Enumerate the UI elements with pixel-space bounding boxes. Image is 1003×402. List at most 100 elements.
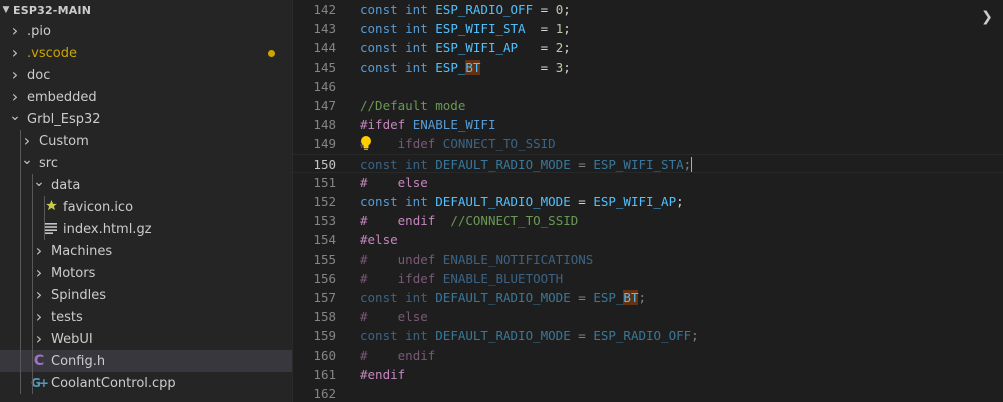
tree-item-doc[interactable]: › doc	[0, 64, 292, 86]
line-number: 159	[313, 328, 336, 344]
code-token: ;	[691, 328, 699, 344]
code-token: ifdef	[397, 136, 443, 152]
code-line[interactable]: 157 const int DEFAULT_RADIO_MODE = ESP_BT…	[293, 288, 1003, 307]
chevron-down-icon: ▼	[2, 5, 10, 15]
explorer-header[interactable]: ▼ ESP32-MAIN	[0, 0, 292, 20]
code-line[interactable]: 142 const int ESP_RADIO_OFF = 0;	[293, 0, 1003, 19]
tree-item-config-h[interactable]: C Config.h	[0, 350, 292, 372]
code-token: ;	[676, 194, 684, 209]
code-line[interactable]: 150 const int DEFAULT_RADIO_MODE = ESP_WI…	[293, 153, 1003, 174]
code-token: =	[570, 156, 594, 172]
code-token: ESP_WIFI_AP	[435, 40, 519, 56]
code-token: ;	[638, 290, 647, 305]
tree-item-label: .pio	[27, 23, 51, 39]
code-line[interactable]: 151 # else	[293, 173, 1003, 192]
code-text: # endif //CONNECT_TO_SSID	[360, 211, 578, 230]
code-text: # ifdef ENABLE_BLUETOOTH	[360, 269, 563, 288]
indent-guide	[20, 372, 21, 394]
code-line[interactable]: 153 # endif //CONNECT_TO_SSID	[293, 211, 1003, 230]
chevron-right-icon: ›	[35, 329, 43, 348]
line-number: 160	[313, 347, 336, 363]
code-token: //CONNECT_TO_SSID	[435, 213, 579, 229]
code-line[interactable]: 152 const int DEFAULT_RADIO_MODE = ESP_WI…	[293, 192, 1003, 211]
tree-item-data[interactable]: ⌄ data	[0, 174, 292, 196]
code-text: #ifdef ENABLE_WIFI	[360, 115, 495, 134]
code-text: const int ESP_WIFI_AP = 2;	[360, 38, 571, 57]
tree-item-webui[interactable]: › WebUI	[0, 328, 292, 350]
tree-item-pio[interactable]: › .pio	[0, 20, 292, 42]
chevron-right-icon: ›	[11, 43, 19, 62]
code-line[interactable]: 156 # ifdef ENABLE_BLUETOOTH	[293, 269, 1003, 288]
code-token: ENABLE_NOTIFICATIONS	[442, 251, 594, 267]
indent-guide	[32, 328, 33, 350]
indent-guide	[20, 350, 21, 372]
lightbulb-icon[interactable]	[359, 135, 373, 151]
tree-item-embedded[interactable]: › embedded	[0, 86, 292, 108]
code-token: =	[525, 21, 556, 37]
code-token: =	[570, 290, 594, 305]
code-text: const int DEFAULT_RADIO_MODE = ESP_WIFI_…	[360, 155, 693, 174]
indent-guide	[20, 328, 21, 350]
tree-item-grbl-esp32[interactable]: ⌄ Grbl_Esp32	[0, 108, 292, 130]
indent-guide	[32, 240, 33, 262]
code-token: #else	[360, 232, 398, 248]
tree-item-coolantcontrol-cpp[interactable]: G+ CoolantControl.cpp	[0, 372, 292, 394]
code-line[interactable]: 143 const int ESP_WIFI_STA = 1;	[293, 19, 1003, 38]
scroll-right-button[interactable]: ❯	[977, 6, 997, 28]
line-number: 150	[313, 156, 336, 172]
code-token: #	[360, 309, 398, 325]
chevron-down-icon: ⌄	[33, 174, 45, 190]
code-line[interactable]: 149 # ifdef CONNECT_TO_SSID	[293, 134, 1003, 153]
code-line[interactable]: 162	[293, 384, 1003, 402]
code-line[interactable]: 155 # undef ENABLE_NOTIFICATIONS	[293, 250, 1003, 269]
line-number: 151	[313, 174, 336, 190]
code-text: const int DEFAULT_RADIO_MODE = ESP_BT;	[360, 288, 646, 307]
code-token: BT	[623, 290, 639, 305]
code-token: int	[405, 328, 436, 344]
code-token: const	[360, 290, 406, 305]
code-line[interactable]: 159 const int DEFAULT_RADIO_MODE = ESP_RA…	[293, 326, 1003, 345]
code-line[interactable]: 161 #endif	[293, 365, 1003, 384]
code-text: # else	[360, 173, 428, 192]
code-token: ;	[563, 21, 571, 37]
tree-item-vscode[interactable]: › .vscode	[0, 42, 292, 64]
tree-item-spindles[interactable]: › Spindles	[0, 284, 292, 306]
code-token: undef	[397, 251, 443, 267]
code-token: #endif	[360, 366, 406, 382]
code-line[interactable]: 147 //Default mode	[293, 96, 1003, 115]
tree-item-machines[interactable]: › Machines	[0, 240, 292, 262]
lines-icon	[43, 222, 59, 237]
code-token: =	[518, 40, 556, 56]
code-editor[interactable]: 142 const int ESP_RADIO_OFF = 0; 143 const …	[293, 0, 1003, 402]
chevron-right-icon: ›	[35, 263, 43, 282]
code-text: const int ESP_RADIO_OFF = 0;	[360, 0, 571, 19]
code-token: ENABLE_BLUETOOTH	[442, 270, 564, 286]
tree-item-index-html-gz[interactable]: index.html.gz	[0, 218, 292, 240]
tree-item-custom[interactable]: › Custom	[0, 130, 292, 152]
line-number: 153	[313, 213, 336, 229]
code-line[interactable]: 145 const int ESP_BT = 3;	[293, 58, 1003, 77]
code-token: int	[405, 194, 436, 209]
code-token: DEFAULT_RADIO_MODE	[435, 290, 571, 305]
code-line[interactable]: 158 # else	[293, 307, 1003, 326]
line-number: 162	[313, 386, 336, 401]
tree-item-tests[interactable]: › tests	[0, 306, 292, 328]
indent-guide	[32, 196, 33, 218]
code-token: int	[405, 59, 436, 75]
code-line[interactable]: 160 # endif	[293, 346, 1003, 365]
code-token: #	[360, 251, 398, 267]
tree-item-src[interactable]: ⌄ src	[0, 152, 292, 174]
indent-guide	[20, 152, 21, 174]
code-line[interactable]: 146	[293, 77, 1003, 96]
workspace-title: ESP32-MAIN	[13, 3, 92, 17]
chevron-right-icon: ›	[23, 131, 31, 150]
tree-item-motors[interactable]: › Motors	[0, 262, 292, 284]
indent-guide	[20, 218, 21, 240]
code-line[interactable]: 144 const int ESP_WIFI_AP = 2;	[293, 38, 1003, 57]
code-line[interactable]: 154 #else	[293, 230, 1003, 249]
code-line[interactable]: 148 #ifdef ENABLE_WIFI	[293, 115, 1003, 134]
line-number: 144	[313, 40, 336, 56]
code-token: =	[570, 194, 594, 209]
tree-item-favicon-ico[interactable]: favicon.ico	[0, 196, 292, 218]
text-cursor	[691, 156, 693, 172]
